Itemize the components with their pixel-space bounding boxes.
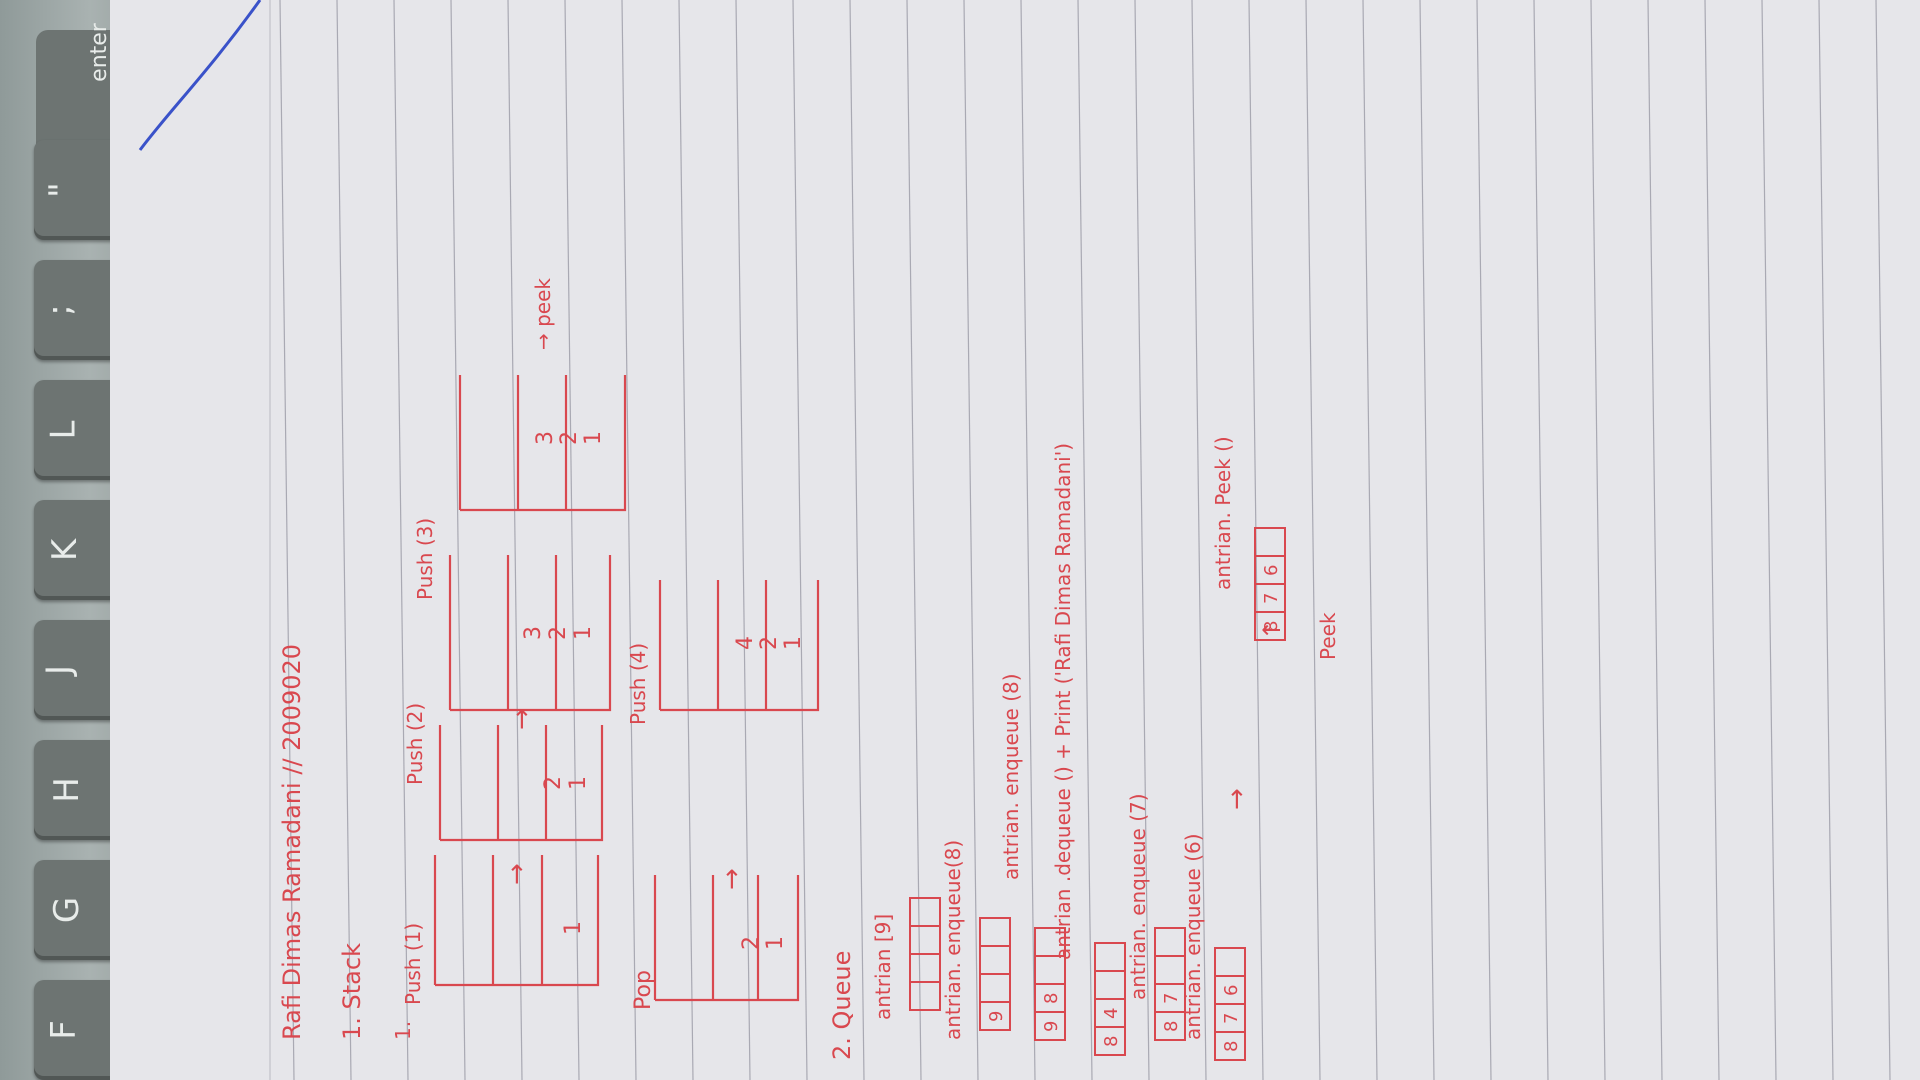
enter-key-label: enter bbox=[86, 23, 112, 82]
key-l-label: L bbox=[43, 420, 84, 440]
ruled-line bbox=[1533, 0, 1549, 1080]
queue-cell bbox=[909, 897, 941, 927]
queue-cell bbox=[979, 917, 1011, 947]
queue-cell-value: 7 bbox=[1261, 593, 1282, 604]
queue-cell bbox=[909, 953, 941, 983]
ruled-line bbox=[564, 0, 580, 1080]
ruled-line bbox=[450, 0, 466, 1080]
queue-cell-value: 6 bbox=[1261, 565, 1282, 576]
push2-label: Push (2) bbox=[403, 703, 427, 785]
ruled-line bbox=[1305, 0, 1321, 1080]
stack-s3-val2: 2 bbox=[546, 626, 571, 640]
queue-cell-value: 8 bbox=[1221, 1041, 1242, 1052]
ruled-line bbox=[1419, 0, 1435, 1080]
queue-cell bbox=[909, 981, 941, 1011]
pop-label: Pop bbox=[631, 970, 656, 1010]
queue-cell bbox=[1254, 527, 1286, 557]
ruled-line bbox=[507, 0, 523, 1080]
key-g-label: G bbox=[47, 896, 88, 924]
key-quote-label: " bbox=[41, 182, 82, 198]
ruled-line bbox=[678, 0, 694, 1080]
queue-cell-value: 4 bbox=[1101, 1008, 1122, 1019]
queue-line-2: antrian. enqueue(8) bbox=[941, 840, 965, 1040]
ruled-lines bbox=[279, 0, 1891, 1080]
note-header: Rafi Dimas Ramadani // 2009020 bbox=[278, 644, 306, 1040]
queue-cell bbox=[1094, 970, 1126, 1000]
stack-pop-val1: 1 bbox=[763, 936, 788, 950]
stack-s2-val1: 1 bbox=[566, 776, 591, 790]
stack-s1-val1: 1 bbox=[561, 921, 586, 935]
stack-s3b-val3: 3 bbox=[533, 431, 558, 445]
arrow-1: → bbox=[502, 863, 532, 885]
queue-cell-value: 8 bbox=[1261, 621, 1282, 632]
step-number: 1. bbox=[391, 1021, 415, 1040]
ruled-line bbox=[1761, 0, 1777, 1080]
ruled-line bbox=[1077, 0, 1093, 1080]
queue-line-5: antrian. enqueue (7) bbox=[1126, 793, 1150, 1000]
queue-cell-value: 8 bbox=[1041, 993, 1062, 1004]
queue-cell-value: 6 bbox=[1221, 985, 1242, 996]
queue-line-1: antrian [9] bbox=[871, 914, 895, 1020]
stack-s4-val1: 1 bbox=[781, 636, 806, 650]
ruled-line bbox=[393, 0, 409, 1080]
queue-cell-value: 7 bbox=[1161, 993, 1182, 1004]
ruled-line bbox=[963, 0, 979, 1080]
queue-cell-value: 7 bbox=[1221, 1013, 1242, 1024]
handwritten-notes: Rafi Dimas Ramadani // 2009020 1. Stack … bbox=[138, 0, 1891, 1080]
ruled-line bbox=[792, 0, 808, 1080]
ruled-line bbox=[1362, 0, 1378, 1080]
queue-cell-value: 8 bbox=[1161, 1021, 1182, 1032]
key-j-label: J bbox=[39, 664, 80, 676]
key-f-label: F bbox=[43, 1020, 84, 1040]
ruled-line bbox=[1647, 0, 1663, 1080]
queue-cell bbox=[909, 925, 941, 955]
push1-label: Push (1) bbox=[401, 923, 425, 1005]
notebook-page: Rafi Dimas Ramadani // 2009020 1. Stack … bbox=[110, 0, 1920, 1080]
queue-cell-value: 8 bbox=[1101, 1036, 1122, 1047]
stack-s3-val1: 1 bbox=[571, 626, 596, 640]
section-queue: 2. Queue bbox=[828, 951, 856, 1060]
ruled-line bbox=[1476, 0, 1492, 1080]
push4-label: Push (4) bbox=[626, 643, 650, 725]
section-stack: 1. Stack bbox=[338, 943, 366, 1040]
stack-s3b-val2: 2 bbox=[557, 431, 582, 445]
key-semicolon-label: ; bbox=[39, 304, 80, 316]
push3-label: Push (3) bbox=[413, 518, 437, 600]
queue-line-4: antrian .dequeue () + Print ('Rafi Dimas… bbox=[1051, 443, 1075, 960]
ruled-line bbox=[1704, 0, 1720, 1080]
peek-word: Peek bbox=[1316, 612, 1340, 660]
queue-cell-value: 9 bbox=[1041, 1021, 1062, 1032]
queue-line-7: antrian. Peek () bbox=[1211, 436, 1235, 590]
stack-s4-val2: 2 bbox=[757, 636, 782, 650]
ruled-line bbox=[1818, 0, 1834, 1080]
ruled-line bbox=[849, 0, 865, 1080]
queue-cell bbox=[1214, 947, 1246, 977]
queue-cell bbox=[979, 945, 1011, 975]
queue-cell bbox=[1094, 942, 1126, 972]
arrow-2: → bbox=[507, 708, 537, 730]
queue-cell-value: 9 bbox=[986, 1011, 1007, 1022]
ruled-line bbox=[1590, 0, 1606, 1080]
ruled-line bbox=[735, 0, 751, 1080]
peek-arrow-label: → peek bbox=[531, 278, 555, 350]
arrow-3: → bbox=[717, 868, 747, 890]
ruled-line bbox=[1020, 0, 1036, 1080]
blue-pen-mark bbox=[138, 0, 262, 151]
queue-cell bbox=[979, 973, 1011, 1003]
key-h-label: H bbox=[46, 777, 87, 803]
arrow-4: → bbox=[1222, 788, 1252, 810]
ruled-line bbox=[621, 0, 637, 1080]
stack-pop-val2: 2 bbox=[739, 936, 764, 950]
key-k-label: K bbox=[45, 538, 86, 562]
stack-s4-val3: 4 bbox=[733, 636, 758, 650]
stack-s3-val3: 3 bbox=[521, 626, 546, 640]
ruled-line bbox=[1875, 0, 1891, 1080]
stack-s2-val2: 2 bbox=[541, 776, 566, 790]
queue-line-3: antrian. enqueue (8) bbox=[999, 673, 1023, 880]
stack-s3b-val1: 1 bbox=[581, 431, 606, 445]
ruled-line bbox=[336, 0, 352, 1080]
